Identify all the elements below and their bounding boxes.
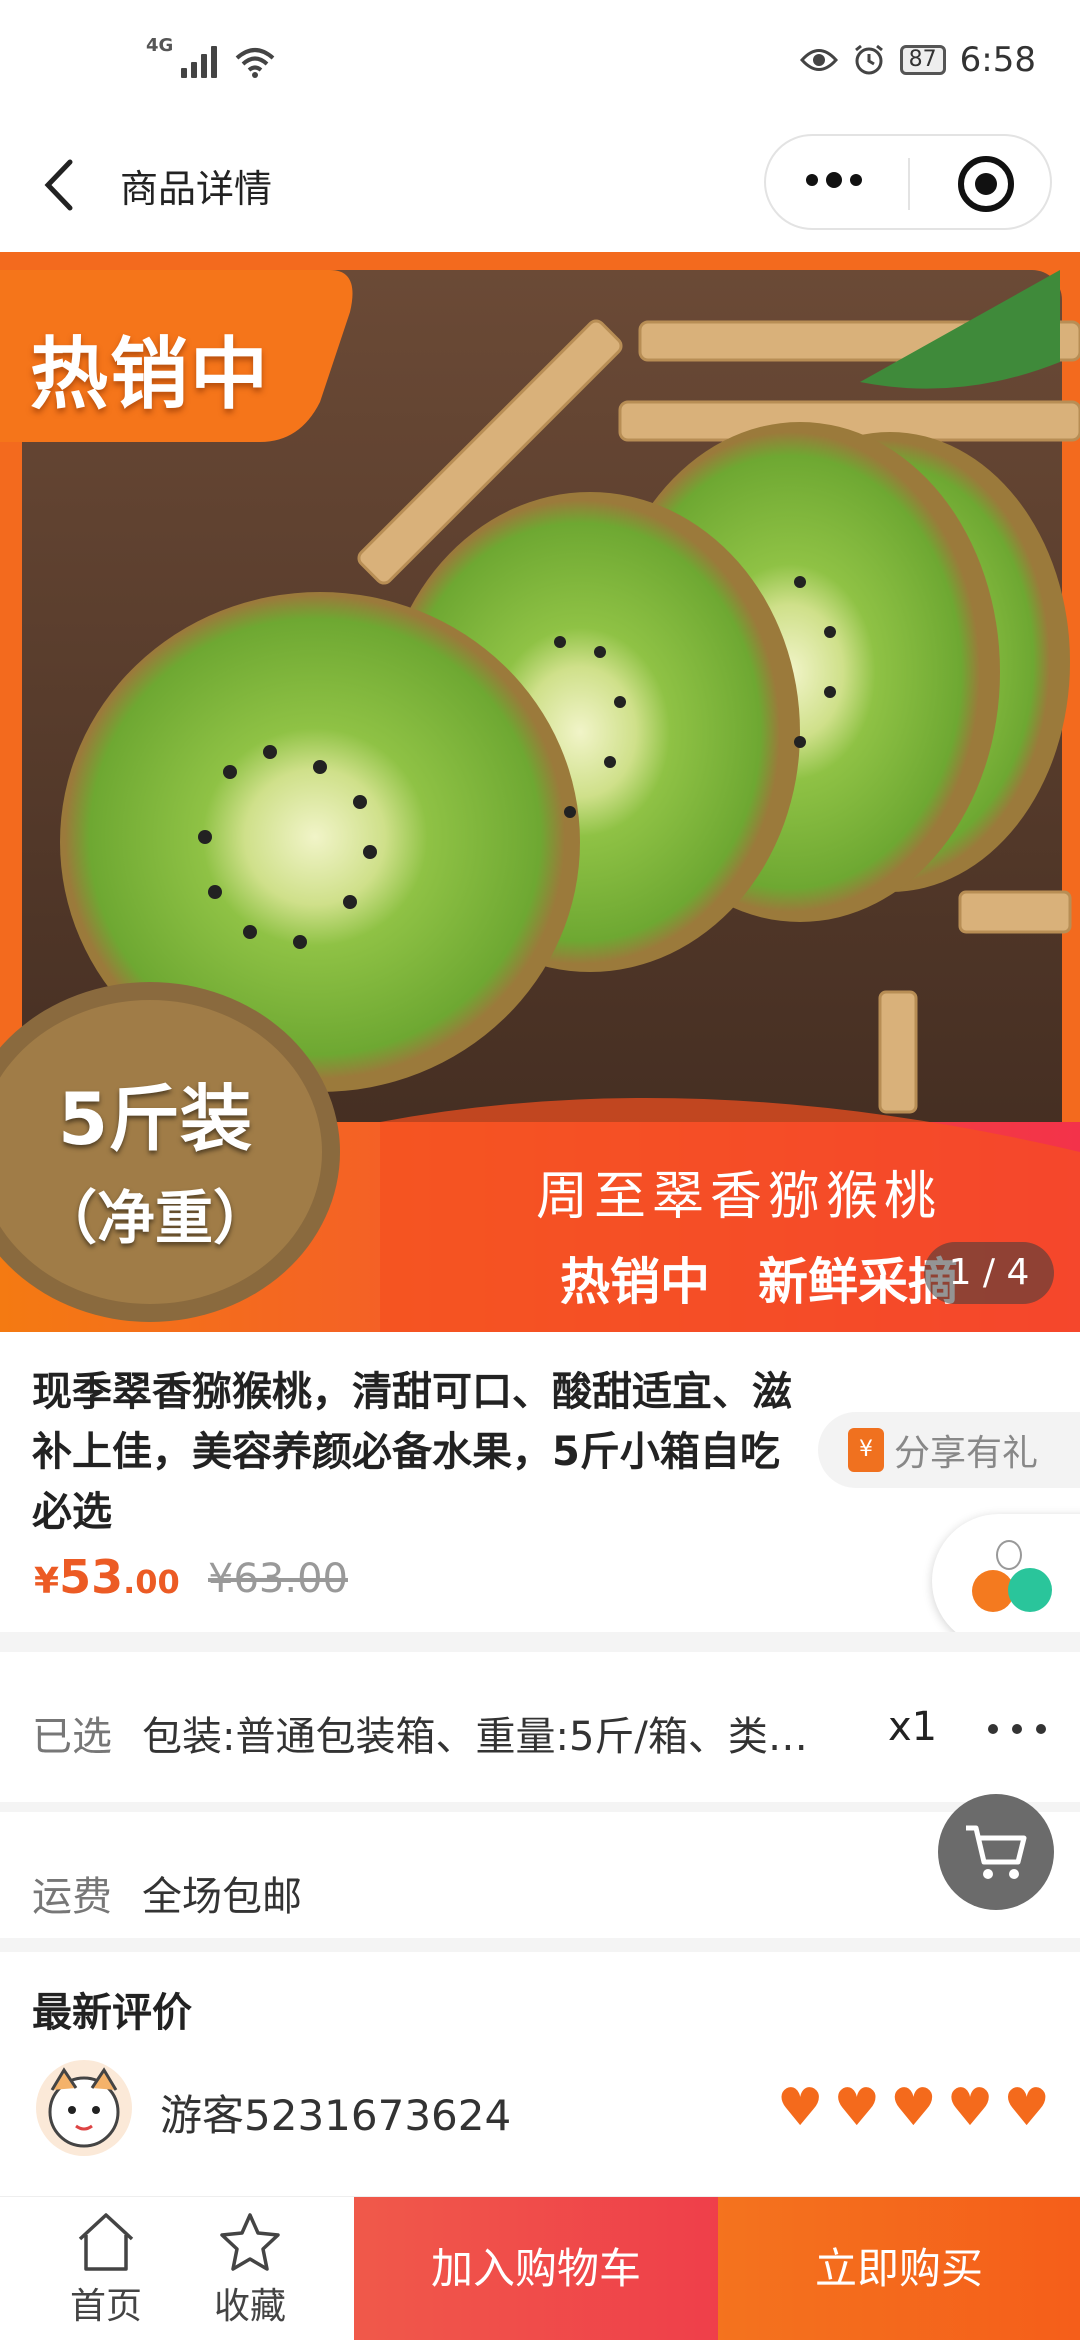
bottom-action-bar: 首页 收藏 加入购物车 立即购买 [0, 2196, 1080, 2340]
navigation-bar: 商品详情 [0, 120, 1080, 252]
hero-tag: 热销中 [30, 330, 271, 420]
price-decimal: .00 [123, 1563, 180, 1601]
price-currency: ¥ [34, 1561, 60, 1602]
spec-selection-row[interactable]: 已选 包装:普通包装箱、重量:5斤/箱、类… x1 [0, 1652, 1080, 1802]
alarm-icon [854, 44, 883, 75]
hero-product-name: 周至翠香猕猴桃 [536, 1167, 943, 1227]
tab-home-label: 首页 [69, 2286, 142, 2327]
assistant-icon-green [1008, 1568, 1052, 1612]
close-icon[interactable] [958, 156, 1014, 212]
weight-line-2: （净重） [38, 1184, 271, 1252]
buy-now-button[interactable]: 立即购买 [718, 2197, 1080, 2340]
avatar [36, 2060, 132, 2156]
status-right: 87 6:58 [799, 40, 1036, 80]
heart-star-icon: ♥ [946, 2078, 994, 2138]
carousel-pager: 1 / 4 [924, 1242, 1054, 1304]
original-price: ¥63.00 [208, 1556, 348, 1602]
review-section-title: 最新评价 [32, 1990, 192, 2036]
more-options-icon[interactable] [988, 1724, 1046, 1734]
wifi-icon [235, 48, 275, 78]
more-icon[interactable] [806, 172, 862, 188]
star-icon [220, 2213, 280, 2271]
home-icon [78, 2213, 134, 2271]
shipping-row: 运费 全场包邮 [0, 1812, 1080, 1938]
product-info: 现季翠香猕猴桃，清甜可口、酸甜适宜、滋补上佳，美容养颜必备水果，5斤小箱自吃必选… [0, 1332, 1080, 1632]
heart-star-icon: ♥ [1003, 2078, 1050, 2138]
current-price: ¥53.00 [34, 1550, 180, 1604]
tab-favorite[interactable]: 收藏 [180, 2197, 320, 2340]
weight-line-1: 5斤装 [57, 1077, 253, 1161]
battery-indicator: 87 [899, 45, 946, 75]
capsule-divider [908, 158, 910, 210]
signal-icon [181, 44, 218, 78]
share-button[interactable]: ¥ 分享有礼 [818, 1412, 1080, 1488]
spec-quantity: x1 [888, 1704, 938, 1750]
spec-value: 包装:普通包装箱、重量:5斤/箱、类… [142, 1714, 808, 1760]
assistant-icon-ring [996, 1540, 1022, 1570]
status-bar: 4G 87 6:58 [0, 0, 1080, 120]
section-divider [0, 1802, 1080, 1812]
review-rating: ♥ ♥ ♥ ♥ ♥ [777, 2082, 1050, 2134]
reviewer-name: 游客5231673624 [160, 2091, 512, 2140]
add-to-cart-button[interactable]: 加入购物车 [354, 2197, 718, 2340]
tab-home[interactable]: 首页 [36, 2197, 176, 2340]
back-icon[interactable] [34, 150, 84, 220]
spec-label: 已选 [32, 1714, 112, 1760]
page-title: 商品详情 [120, 167, 273, 211]
cart-icon [966, 1825, 1027, 1879]
slogan-hot: 热销中 [560, 1253, 710, 1311]
section-divider [0, 1938, 1080, 1952]
section-divider [0, 1632, 1080, 1652]
share-label: 分享有礼 [894, 1433, 1039, 1474]
latest-review-section: 最新评价 游客5231673624 ♥ ♥ ♥ ♥ ♥ [0, 1952, 1080, 2196]
product-image-carousel[interactable]: 热销中 5斤装 （净重） 周至翠香猕猴桃 热销中 新鲜采摘 1 / 4 [0, 252, 1080, 1332]
tab-favorite-label: 收藏 [213, 2286, 286, 2327]
heart-star-icon: ♥ [890, 2078, 937, 2138]
mini-program-capsule [764, 134, 1052, 230]
floating-assistant-button[interactable] [932, 1514, 1080, 1648]
price-integer: 53 [59, 1550, 124, 1604]
share-gift-icon: ¥ [848, 1428, 884, 1472]
hero-weight: 5斤装 （净重） [30, 1060, 280, 1255]
signal-group: 4G [146, 35, 275, 78]
eye-icon [799, 49, 838, 71]
clock: 6:58 [959, 40, 1036, 80]
shipping-label: 运费 [32, 1874, 112, 1920]
shipping-value: 全场包邮 [142, 1874, 302, 1920]
network-type: 4G [146, 35, 174, 56]
product-title: 现季翠香猕猴桃，清甜可口、酸甜适宜、滋补上佳，美容养颜必备水果，5斤小箱自吃必选 [32, 1369, 792, 1535]
heart-star-icon: ♥ [776, 2078, 824, 2138]
heart-star-icon: ♥ [833, 2078, 881, 2138]
floating-cart-button[interactable] [938, 1794, 1054, 1910]
